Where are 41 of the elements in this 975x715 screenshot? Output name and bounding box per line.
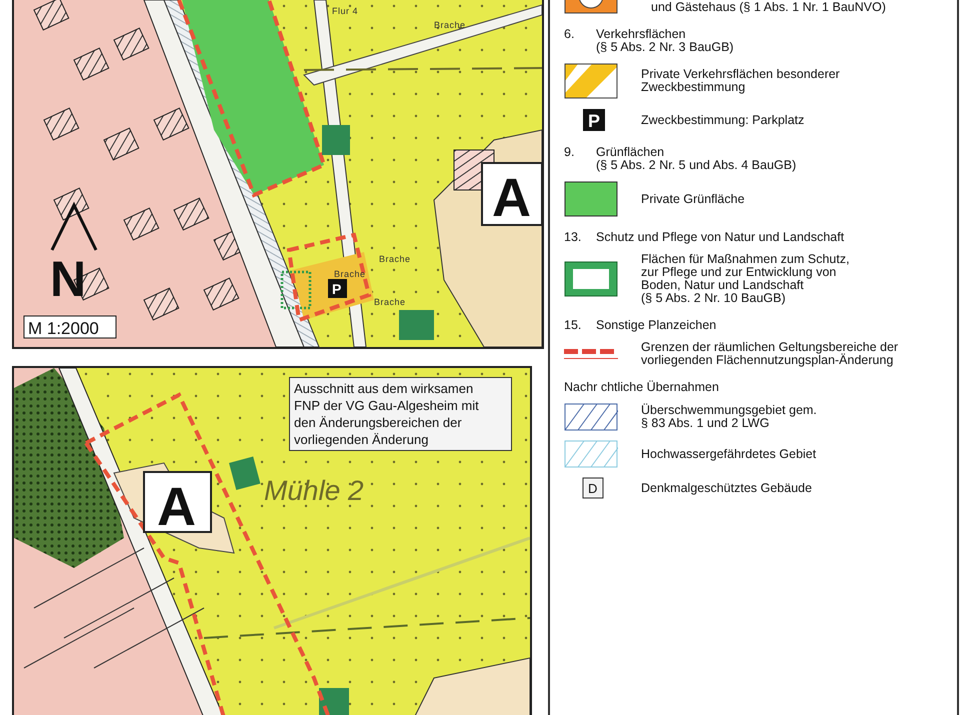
section-title: Sonstige Planzeichen bbox=[596, 319, 716, 332]
legend-text: Überschwemmungsgebiet gem. § 83 Abs. 1 und 2 LWG bbox=[641, 404, 817, 430]
legend-text: Private Verkehrsflächen besonderer Zweckbestimmung bbox=[641, 68, 840, 94]
place-label: Flur 4 bbox=[332, 6, 358, 16]
section-citation: (§ 5 Abs. 2 Nr. 5 und Abs. 4 BauGB) bbox=[596, 159, 796, 172]
traffic-area-swatch bbox=[564, 63, 618, 99]
place-label: Brache bbox=[374, 297, 406, 307]
flood-risk-area-swatch bbox=[564, 440, 618, 468]
parking-sign: P bbox=[328, 279, 347, 298]
place-label: Mühle 2 bbox=[264, 475, 364, 506]
scale-label: M 1:2000 bbox=[24, 316, 116, 338]
place-label: Brache bbox=[434, 20, 466, 30]
flood-area-swatch bbox=[564, 403, 618, 431]
section-citation: (§ 5 Abs. 2 Nr. 3 BauGB) bbox=[596, 41, 734, 54]
legend-text: Hochwassergefährdetes Gebiet bbox=[641, 448, 816, 460]
parking-sign: P bbox=[582, 108, 606, 132]
place-label: Brache bbox=[334, 269, 366, 279]
section-title: Verkehrsflächen bbox=[596, 28, 687, 41]
boundary-line-swatch bbox=[564, 349, 618, 359]
section-title: Grünflächen bbox=[596, 146, 666, 159]
legend-text: Denkmalgeschütztes Gebäude bbox=[641, 482, 812, 494]
map-caption: Ausschnitt aus dem wirksamen FNP der VG Gau-Algesheim mit den Änderungsbereichen der vorliegenden Änderung bbox=[289, 377, 512, 451]
vineyard-patch bbox=[322, 125, 350, 155]
legend-text: Zweckbestimmung: Parkplatz bbox=[641, 114, 804, 126]
park-area-swatch bbox=[564, 181, 618, 217]
north-label: N bbox=[50, 251, 86, 307]
protection-area-swatch bbox=[564, 261, 618, 297]
legend-text: und Gästehaus (§ 1 Abs. 1 Nr. 1 BauNVO) bbox=[651, 1, 886, 14]
vineyard-patch bbox=[399, 310, 434, 340]
section-number: 9. bbox=[564, 146, 576, 161]
section-number: 15. bbox=[564, 319, 582, 332]
monument-symbol: D bbox=[582, 477, 604, 499]
section-title: Schutz und Pflege von Natur und Landschaft bbox=[596, 231, 844, 244]
section-number: 6. bbox=[564, 28, 576, 43]
section-number: 13. bbox=[564, 231, 582, 244]
legend-text: Grenzen der räumlichen Geltungsbereiche der vorliegenden Flächennutzungsplan-Änderung bbox=[641, 341, 898, 367]
section-title: Nachr chtliche Übernahmen bbox=[564, 381, 719, 394]
legend-text: Private Grünfläche bbox=[641, 192, 745, 206]
place-label: Brache bbox=[379, 254, 411, 264]
monument-symbol: A bbox=[481, 162, 542, 228]
legend-text: Flächen für Maßnahmen zum Schutz, zur Pflege und zur Entwicklung von Boden, Natur und Landschaft (§ 5 Abs. 2 Nr. 10 BauGB) bbox=[641, 253, 850, 305]
